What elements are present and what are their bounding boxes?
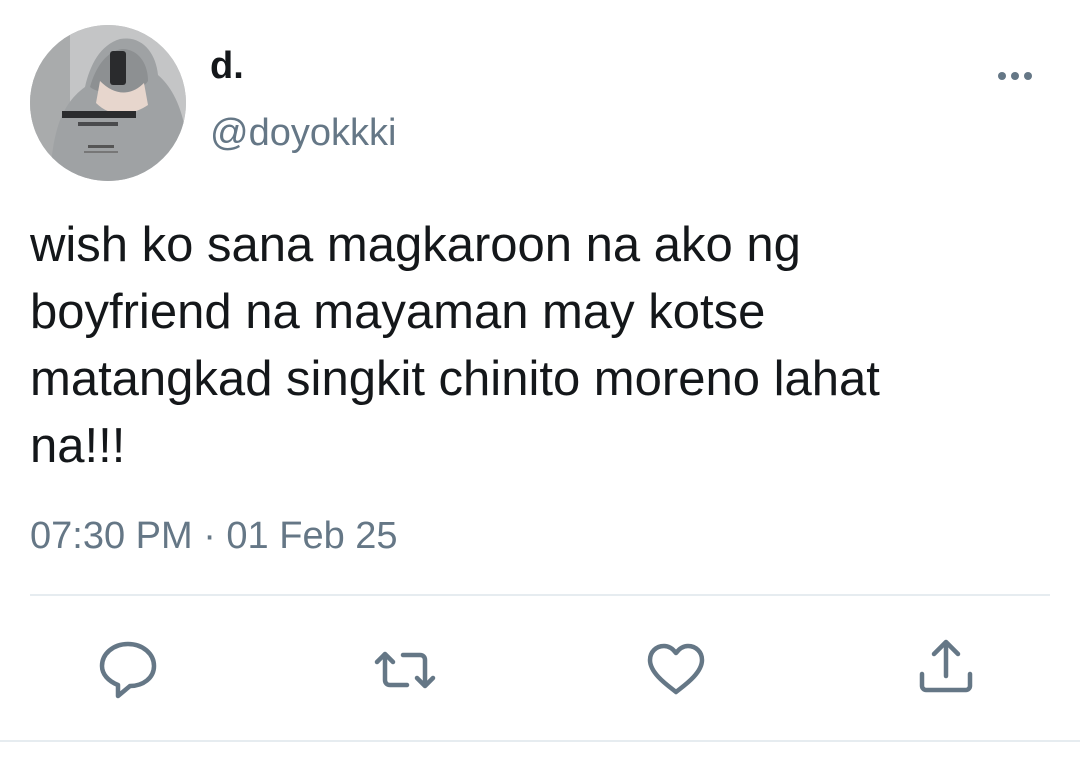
tweet-timestamp[interactable]: 07:30 PM · 01 Feb 25 <box>30 512 398 560</box>
share-icon <box>919 639 973 693</box>
tweet-text-line: matangkad singkit chinito moreno lahat <box>30 352 880 406</box>
more-options-button[interactable] <box>990 56 1040 96</box>
reply-icon <box>99 641 157 699</box>
bottom-divider <box>0 740 1080 742</box>
retweet-button[interactable] <box>365 630 445 710</box>
avatar[interactable] <box>30 25 186 181</box>
tweet-text-line: wish ko sana magkaroon na ako ng <box>30 218 801 272</box>
avatar-image <box>30 25 186 181</box>
user-handle[interactable]: @doyokkki <box>210 110 396 156</box>
share-button[interactable] <box>906 630 986 710</box>
tweet-text-line: na!!! <box>30 419 126 473</box>
like-button[interactable] <box>636 630 716 710</box>
display-name[interactable]: d. <box>210 44 244 88</box>
retweet-icon <box>374 651 436 689</box>
more-icon <box>998 72 1032 80</box>
tweet-text-line: boyfriend na mayaman may kotse <box>30 285 766 339</box>
divider <box>30 594 1050 596</box>
action-bar <box>0 630 1080 710</box>
tweet-text: wish ko sana magkaroon na ako ng boyfrie… <box>30 212 1050 480</box>
like-icon <box>647 643 705 695</box>
reply-button[interactable] <box>88 630 168 710</box>
